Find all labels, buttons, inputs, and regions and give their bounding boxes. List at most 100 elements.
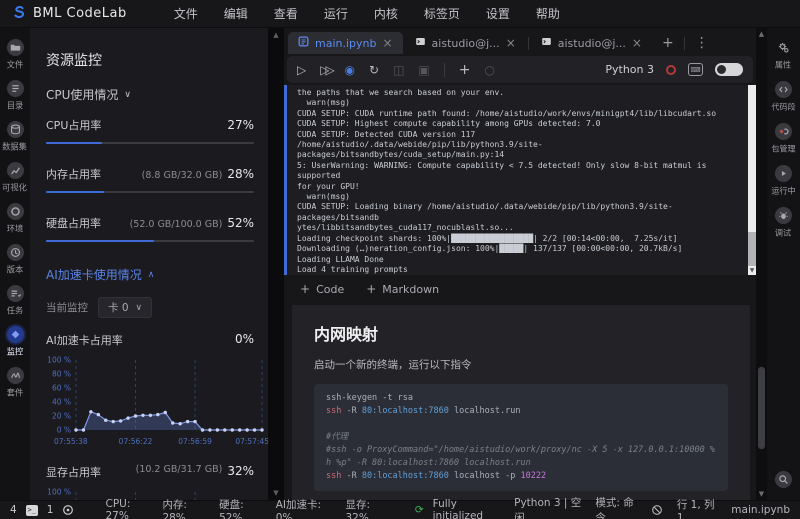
terminals-count[interactable]: 4 bbox=[10, 504, 17, 516]
cpu-usage-meter: CPU占用率 27% bbox=[46, 117, 254, 144]
add-cell-button[interactable]: + bbox=[459, 63, 471, 77]
notebook-icon bbox=[298, 36, 309, 50]
menu-tabs[interactable]: 标签页 bbox=[424, 5, 460, 22]
monitor-icon bbox=[6, 326, 24, 343]
memory-usage-meter: 内存占用率 (8.8 GB/32.0 GB) 28% bbox=[46, 166, 254, 193]
close-icon[interactable]: × bbox=[632, 36, 642, 50]
svg-text:07:56:22: 07:56:22 bbox=[119, 437, 153, 446]
notebook-toolbar: ▷ ▷▷ ◉ ↻ ◫ ▣ + ○ Python 3 ⌨ bbox=[287, 56, 753, 83]
add-markdown-cell-button[interactable]: + Markdown bbox=[366, 282, 439, 296]
new-tab-button[interactable]: + bbox=[654, 35, 682, 51]
svg-text:100 %: 100 % bbox=[47, 488, 71, 497]
version-icon bbox=[6, 244, 24, 261]
view-toggle[interactable] bbox=[715, 63, 743, 76]
status-memory: 内存: 28% bbox=[162, 498, 187, 519]
brand-name: BML CodeLab bbox=[33, 6, 127, 21]
markdown-heading: 内网映射 bbox=[314, 325, 379, 344]
output-scrollbar[interactable]: ▼ bbox=[748, 85, 756, 275]
scrollbar-thumb[interactable] bbox=[748, 232, 756, 266]
folder-icon bbox=[6, 39, 24, 56]
bml-logo-icon bbox=[10, 4, 26, 24]
menu-edit[interactable]: 编辑 bbox=[224, 5, 248, 22]
scrollbar-thumb[interactable] bbox=[758, 366, 765, 449]
tab-main-ipynb[interactable]: main.ipynb × bbox=[288, 32, 403, 54]
tab-terminal-1[interactable]: aistudio@j... × bbox=[405, 32, 526, 54]
add-code-cell-button[interactable]: + Code bbox=[300, 282, 344, 296]
zoom-tool-button[interactable] bbox=[769, 468, 799, 492]
notebook-scrollbar[interactable]: ▲ ▼ bbox=[756, 28, 767, 500]
sidebar-item-kit[interactable]: 套件 bbox=[0, 364, 30, 403]
panel-scrollbar[interactable]: ▲ ▼ bbox=[268, 28, 284, 500]
run-all-button[interactable]: ▷▷ bbox=[320, 64, 335, 76]
menu-file[interactable]: 文件 bbox=[174, 5, 198, 22]
close-icon[interactable]: × bbox=[382, 36, 392, 50]
svg-text:07:56:59: 07:56:59 bbox=[178, 437, 212, 446]
chevron-down-icon: ∨ bbox=[124, 89, 131, 100]
keyboard-icon[interactable]: ⌨ bbox=[688, 63, 703, 76]
active-filename: main.ipynb bbox=[731, 504, 790, 516]
kernel-status[interactable]: Python 3 | 空闲 bbox=[514, 495, 586, 519]
status-disk: 硬盘: 52% bbox=[219, 498, 244, 519]
menu-settings[interactable]: 设置 bbox=[486, 5, 510, 22]
sidebar-item-properties[interactable]: 属性 bbox=[769, 36, 799, 75]
scroll-down-icon[interactable]: ▼ bbox=[748, 266, 756, 275]
tab-more-options-icon[interactable]: ⋮ bbox=[687, 35, 717, 51]
right-activity-rail: 属性 代码段 包管理 运行中 调试 bbox=[767, 28, 800, 500]
cursor-position[interactable]: 行 1, 列 1 bbox=[677, 497, 717, 519]
kernels-count[interactable]: 1 bbox=[47, 504, 54, 516]
console-output[interactable]: the paths that we search based on your e… bbox=[287, 85, 748, 275]
tab-terminal-2[interactable]: aistudio@j... × bbox=[531, 32, 652, 54]
menu-help[interactable]: 帮助 bbox=[536, 5, 560, 22]
save-button[interactable]: ▣ bbox=[418, 64, 429, 76]
sync-icon: ⟳ bbox=[414, 504, 424, 516]
record-icon[interactable]: ○ bbox=[484, 64, 494, 76]
sidebar-item-versions[interactable]: 版本 bbox=[0, 241, 30, 280]
chevron-down-icon: ∨ bbox=[135, 302, 143, 313]
sidebar-item-toc[interactable]: 目录 bbox=[0, 77, 30, 116]
sidebar-item-packages[interactable]: 包管理 bbox=[769, 120, 799, 159]
close-icon[interactable]: × bbox=[506, 36, 516, 50]
editor-mode[interactable]: 模式: 命令 bbox=[595, 495, 636, 519]
sidebar-item-running[interactable]: 运行中 bbox=[769, 162, 799, 201]
menu-run[interactable]: 运行 bbox=[324, 5, 348, 22]
code-snippets-icon bbox=[775, 81, 792, 98]
run-cell-button[interactable]: ▷ bbox=[297, 64, 306, 76]
sidebar-item-environment[interactable]: 环境 bbox=[0, 200, 30, 239]
kernel-busy-indicator bbox=[666, 64, 676, 75]
menu-view[interactable]: 查看 bbox=[274, 5, 298, 22]
init-status[interactable]: Fully initialized bbox=[433, 498, 505, 519]
environment-icon bbox=[6, 203, 24, 220]
visualization-icon bbox=[6, 162, 24, 179]
kernel-name[interactable]: Python 3 bbox=[605, 63, 654, 76]
chevron-up-icon: ∧ bbox=[147, 269, 155, 280]
code-block: ssh-keygen -t rsa ssh -R 80:localhost:786… bbox=[314, 384, 728, 491]
sidebar-item-monitor[interactable]: 监控 bbox=[0, 323, 30, 362]
sidebar-item-snippets[interactable]: 代码段 bbox=[769, 78, 799, 117]
debugger-icon bbox=[775, 207, 792, 224]
sidebar-item-visualization[interactable]: 可视化 bbox=[0, 159, 30, 198]
kit-icon bbox=[6, 367, 24, 384]
sidebar-item-files[interactable]: 文件 bbox=[0, 36, 30, 75]
notifications-off-icon[interactable] bbox=[651, 504, 663, 516]
ai-card-section-header[interactable]: AI加速卡使用情况 ∧ bbox=[46, 266, 254, 283]
scroll-up-icon[interactable]: ▲ bbox=[273, 31, 278, 39]
sidebar-item-debugger[interactable]: 调试 bbox=[769, 204, 799, 243]
restart-kernel-button[interactable]: ↻ bbox=[369, 64, 379, 76]
notebook-area: main.ipynb × aistudio@j... × aistudio@j.… bbox=[284, 28, 756, 505]
card-select[interactable]: 卡 0 ∨ bbox=[98, 297, 153, 318]
properties-gear-icon bbox=[775, 39, 792, 56]
cpu-section-header[interactable]: CPU使用情况 ∨ bbox=[46, 86, 254, 103]
scroll-up-icon[interactable]: ▲ bbox=[759, 30, 764, 38]
interrupt-kernel-button[interactable]: ◉ bbox=[345, 64, 355, 76]
menu-kernel[interactable]: 内核 bbox=[374, 5, 398, 22]
svg-text:40 %: 40 % bbox=[52, 398, 71, 407]
sidebar-item-tasks[interactable]: 任务 bbox=[0, 282, 30, 321]
svg-text:80 %: 80 % bbox=[52, 370, 71, 379]
svg-text:0 %: 0 % bbox=[57, 426, 71, 435]
ai-card-usage-chart: AI加速卡占用率 0% 0 % 20 % 40 % 60 % 80 % 100 % 07:5… bbox=[46, 332, 268, 446]
current-monitor-label: 当前监控 bbox=[46, 302, 88, 314]
status-cpu: CPU: 27% bbox=[105, 498, 131, 519]
markdown-cell[interactable]: 内网映射 启动一个新的终端，运行以下指令 ssh-keygen -t rsa ss… bbox=[292, 305, 750, 505]
sidebar-item-datasets[interactable]: 数据集 bbox=[0, 118, 30, 157]
pause-button[interactable]: ◫ bbox=[393, 64, 404, 76]
